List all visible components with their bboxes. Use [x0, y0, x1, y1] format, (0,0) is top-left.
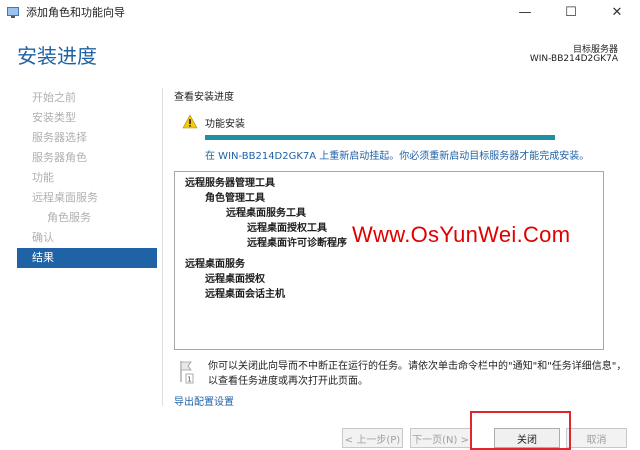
list-item: 远程桌面服务工具 — [226, 208, 306, 219]
wizard-nav: 开始之前 安装类型 服务器选择 服务器角色 功能 远程桌面服务 角色服务 确认 … — [17, 88, 157, 268]
nav-item-features: 功能 — [32, 171, 54, 184]
nav-item-before-you-begin: 开始之前 — [32, 91, 76, 104]
wizard-header: 安装进度 目标服务器 WIN-BB214D2GK7A — [0, 24, 640, 80]
server-manager-icon — [6, 5, 20, 19]
close-window-button[interactable]: ✕ — [594, 0, 640, 24]
title-bar: 添加角色和功能向导 — ☐ ✕ — [0, 0, 640, 24]
previous-button[interactable]: < 上一步(P) — [342, 428, 403, 448]
window-title: 添加角色和功能向导 — [26, 6, 125, 19]
list-item: 远程桌面服务 — [185, 259, 245, 270]
watermark: Www.OsYunWei.Com — [352, 222, 571, 247]
install-progress-fill — [205, 135, 555, 140]
install-progress-bar — [205, 135, 555, 140]
results-list[interactable]: 远程服务器管理工具 角色管理工具 远程桌面服务工具 远程桌面授权工具 远程桌面许… — [174, 171, 604, 350]
nav-item-remote-desktop-services: 远程桌面服务 — [32, 191, 98, 204]
nav-divider — [162, 88, 163, 406]
nav-item-installation-type: 安装类型 — [32, 111, 76, 124]
export-config-link[interactable]: 导出配置设置 — [174, 393, 234, 408]
close-button-highlight — [470, 411, 571, 450]
minimize-button[interactable]: — — [502, 0, 548, 24]
nav-item-results[interactable]: 结果 — [17, 248, 157, 268]
install-label: 功能安装 — [205, 119, 245, 130]
list-item: 远程桌面会话主机 — [205, 289, 285, 300]
task-notification-icon: 1 — [178, 360, 194, 384]
maximize-button[interactable]: ☐ — [548, 0, 594, 24]
list-item: 远程桌面授权 — [205, 274, 265, 285]
nav-item-role-services: 角色服务 — [47, 211, 91, 224]
list-item: 角色管理工具 — [205, 193, 265, 204]
nav-item-server-selection: 服务器选择 — [32, 131, 87, 144]
next-button[interactable]: 下一页(N) > — [410, 428, 471, 448]
section-title: 查看安装进度 — [174, 92, 234, 103]
install-status-text: 在 WIN-BB214D2GK7A 上重新启动挂起。你必须重新启动目标服务器才能… — [205, 151, 590, 162]
svg-text:1: 1 — [187, 376, 191, 384]
nav-item-server-roles: 服务器角色 — [32, 151, 87, 164]
warning-icon — [182, 114, 198, 129]
cancel-button[interactable]: 取消 — [566, 428, 627, 448]
list-item: 远程服务器管理工具 — [185, 178, 275, 189]
nav-item-confirmation: 确认 — [32, 231, 54, 244]
destination-server-value: WIN-BB214D2GK7A — [529, 54, 618, 64]
info-text: 你可以关闭此向导而不中断正在运行的任务。请依次单击命令栏中的"通知"和"任务详细… — [208, 361, 627, 387]
page-title: 安装进度 — [17, 44, 97, 68]
